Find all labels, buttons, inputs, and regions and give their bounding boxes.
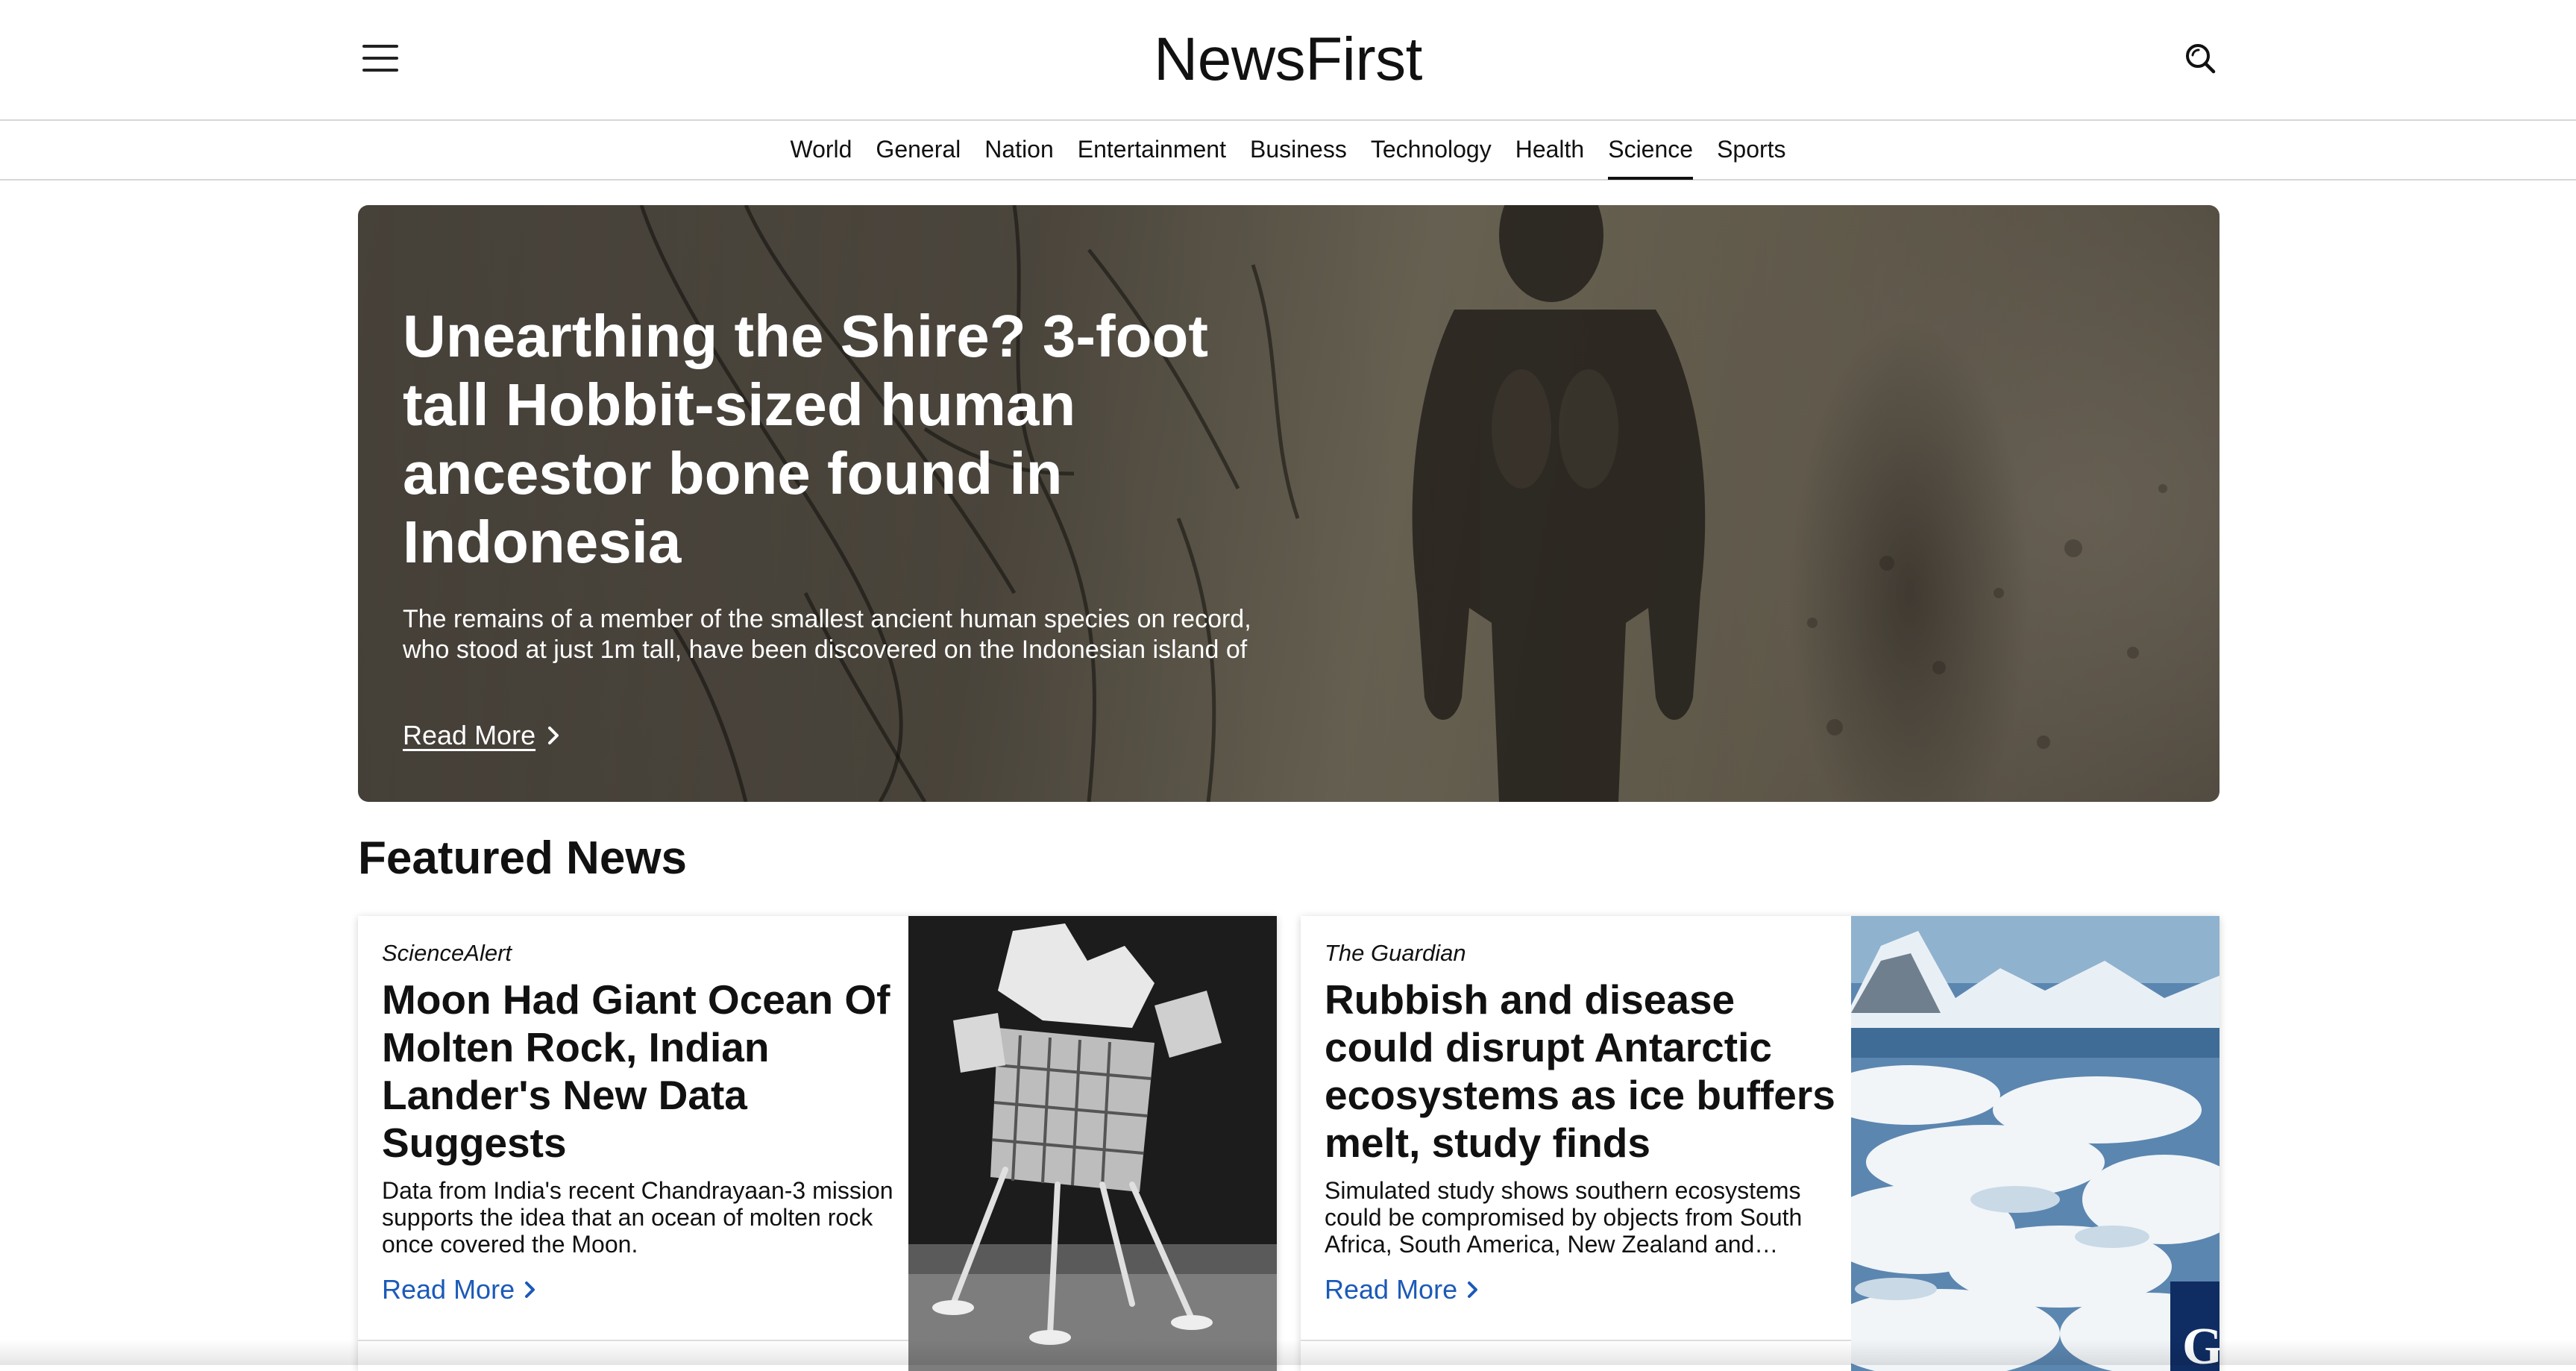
chevron-right-icon: [525, 1281, 535, 1298]
featured-card[interactable]: ScienceAlert Moon Had Giant Ocean Of Mol…: [358, 916, 1277, 1371]
nav-tab-science[interactable]: Science: [1608, 121, 1693, 180]
nav-tab-business[interactable]: Business: [1250, 121, 1347, 179]
hero-read-more-link[interactable]: Read More: [403, 720, 561, 751]
card-read-more-link[interactable]: Read More: [1325, 1274, 1480, 1305]
nav-tab-entertainment[interactable]: Entertainment: [1078, 121, 1226, 179]
card-read-more-label: Read More: [382, 1274, 515, 1305]
nav-tab-health[interactable]: Health: [1515, 121, 1585, 179]
hero-title[interactable]: Unearthing the Shire? 3-foot tall Hobbit…: [403, 302, 1275, 577]
chevron-right-icon: [1468, 1281, 1478, 1298]
hero-article[interactable]: Unearthing the Shire? 3-foot tall Hobbit…: [358, 205, 2220, 802]
chevron-right-icon: [548, 727, 559, 744]
card-summary: Simulated study shows southern ecosystem…: [1325, 1177, 1803, 1258]
card-source: ScienceAlert: [382, 940, 512, 966]
card-title[interactable]: Rubbish and disease could disrupt Antarc…: [1325, 976, 1847, 1167]
featured-news-heading: Featured News: [358, 832, 688, 884]
card-image: G: [1851, 916, 2220, 1371]
card-image: [908, 916, 1277, 1371]
nav-tab-general[interactable]: General: [876, 121, 961, 179]
card-summary: Data from India's recent Chandrayaan-3 m…: [382, 1177, 893, 1258]
hero-read-more-label: Read More: [403, 720, 536, 750]
nav-tab-world[interactable]: World: [790, 121, 852, 179]
card-read-more-label: Read More: [1325, 1274, 1458, 1305]
nav-tab-technology[interactable]: Technology: [1371, 121, 1492, 179]
nav-tab-nation[interactable]: Nation: [984, 121, 1054, 179]
category-nav: World General Nation Entertainment Business T…: [0, 121, 2576, 181]
card-read-more-link[interactable]: Read More: [382, 1274, 537, 1305]
nav-tab-sports[interactable]: Sports: [1717, 121, 1785, 179]
card-source: The Guardian: [1325, 940, 1466, 966]
site-header: NewsFirst: [0, 0, 2576, 121]
search-icon[interactable]: [2181, 39, 2220, 78]
hero-summary: The remains of a member of the smallest …: [403, 605, 1251, 664]
featured-card[interactable]: The Guardian Rubbish and disease could d…: [1301, 916, 2220, 1371]
card-title[interactable]: Moon Had Giant Ocean Of Molten Rock, Ind…: [382, 976, 904, 1167]
category-tab-list: World General Nation Entertainment Business T…: [0, 121, 2576, 180]
